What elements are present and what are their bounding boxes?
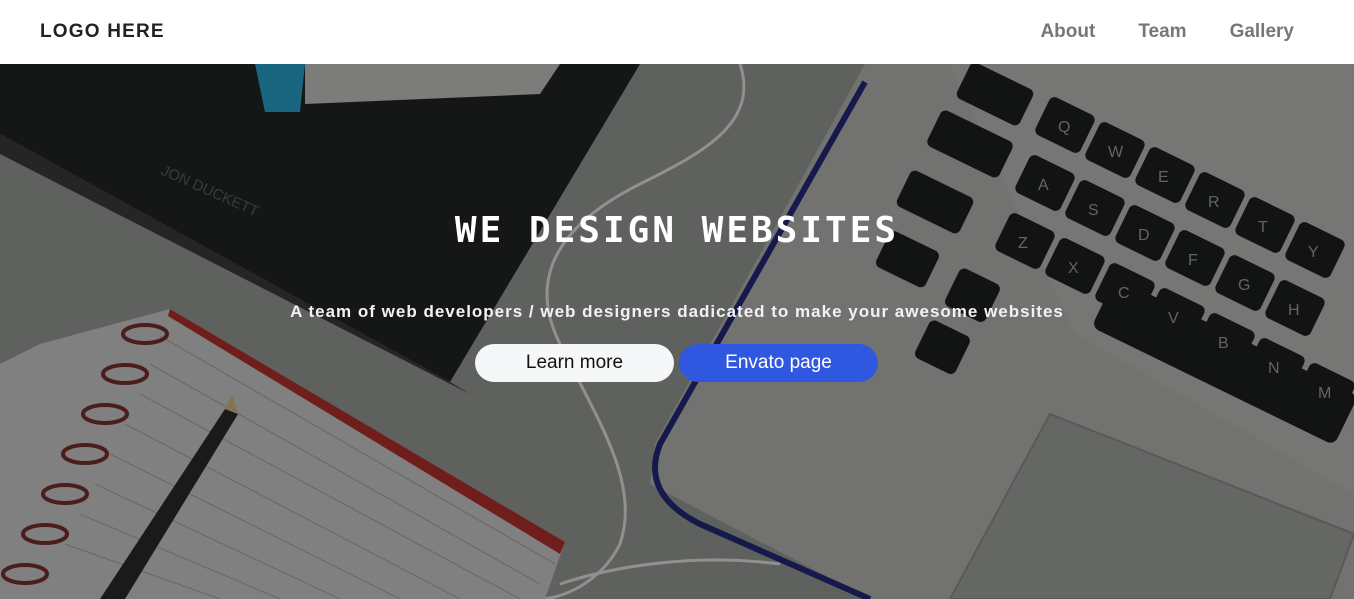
hero-subtitle: A team of web developers / web designers… <box>290 302 1064 321</box>
learn-more-button[interactable]: Learn more <box>475 344 674 382</box>
hero-section: JON DUCKETT Q W E R T Y A S D F G H Z X … <box>0 64 1354 599</box>
top-navbar: LOGO HERE About Team Gallery <box>0 0 1354 64</box>
hero-content: WE DESIGN WEBSITES A team of web develop… <box>0 64 1354 599</box>
envato-page-button[interactable]: Envato page <box>679 344 878 382</box>
logo[interactable]: LOGO HERE <box>40 21 165 43</box>
hero-buttons: Learn more Envato page <box>475 344 878 382</box>
hero-title: WE DESIGN WEBSITES <box>454 210 900 251</box>
nav-link-team[interactable]: Team <box>1138 21 1186 43</box>
nav-link-about[interactable]: About <box>1040 21 1095 43</box>
nav-link-gallery[interactable]: Gallery <box>1230 21 1294 43</box>
nav-links: About Team Gallery <box>997 21 1314 43</box>
